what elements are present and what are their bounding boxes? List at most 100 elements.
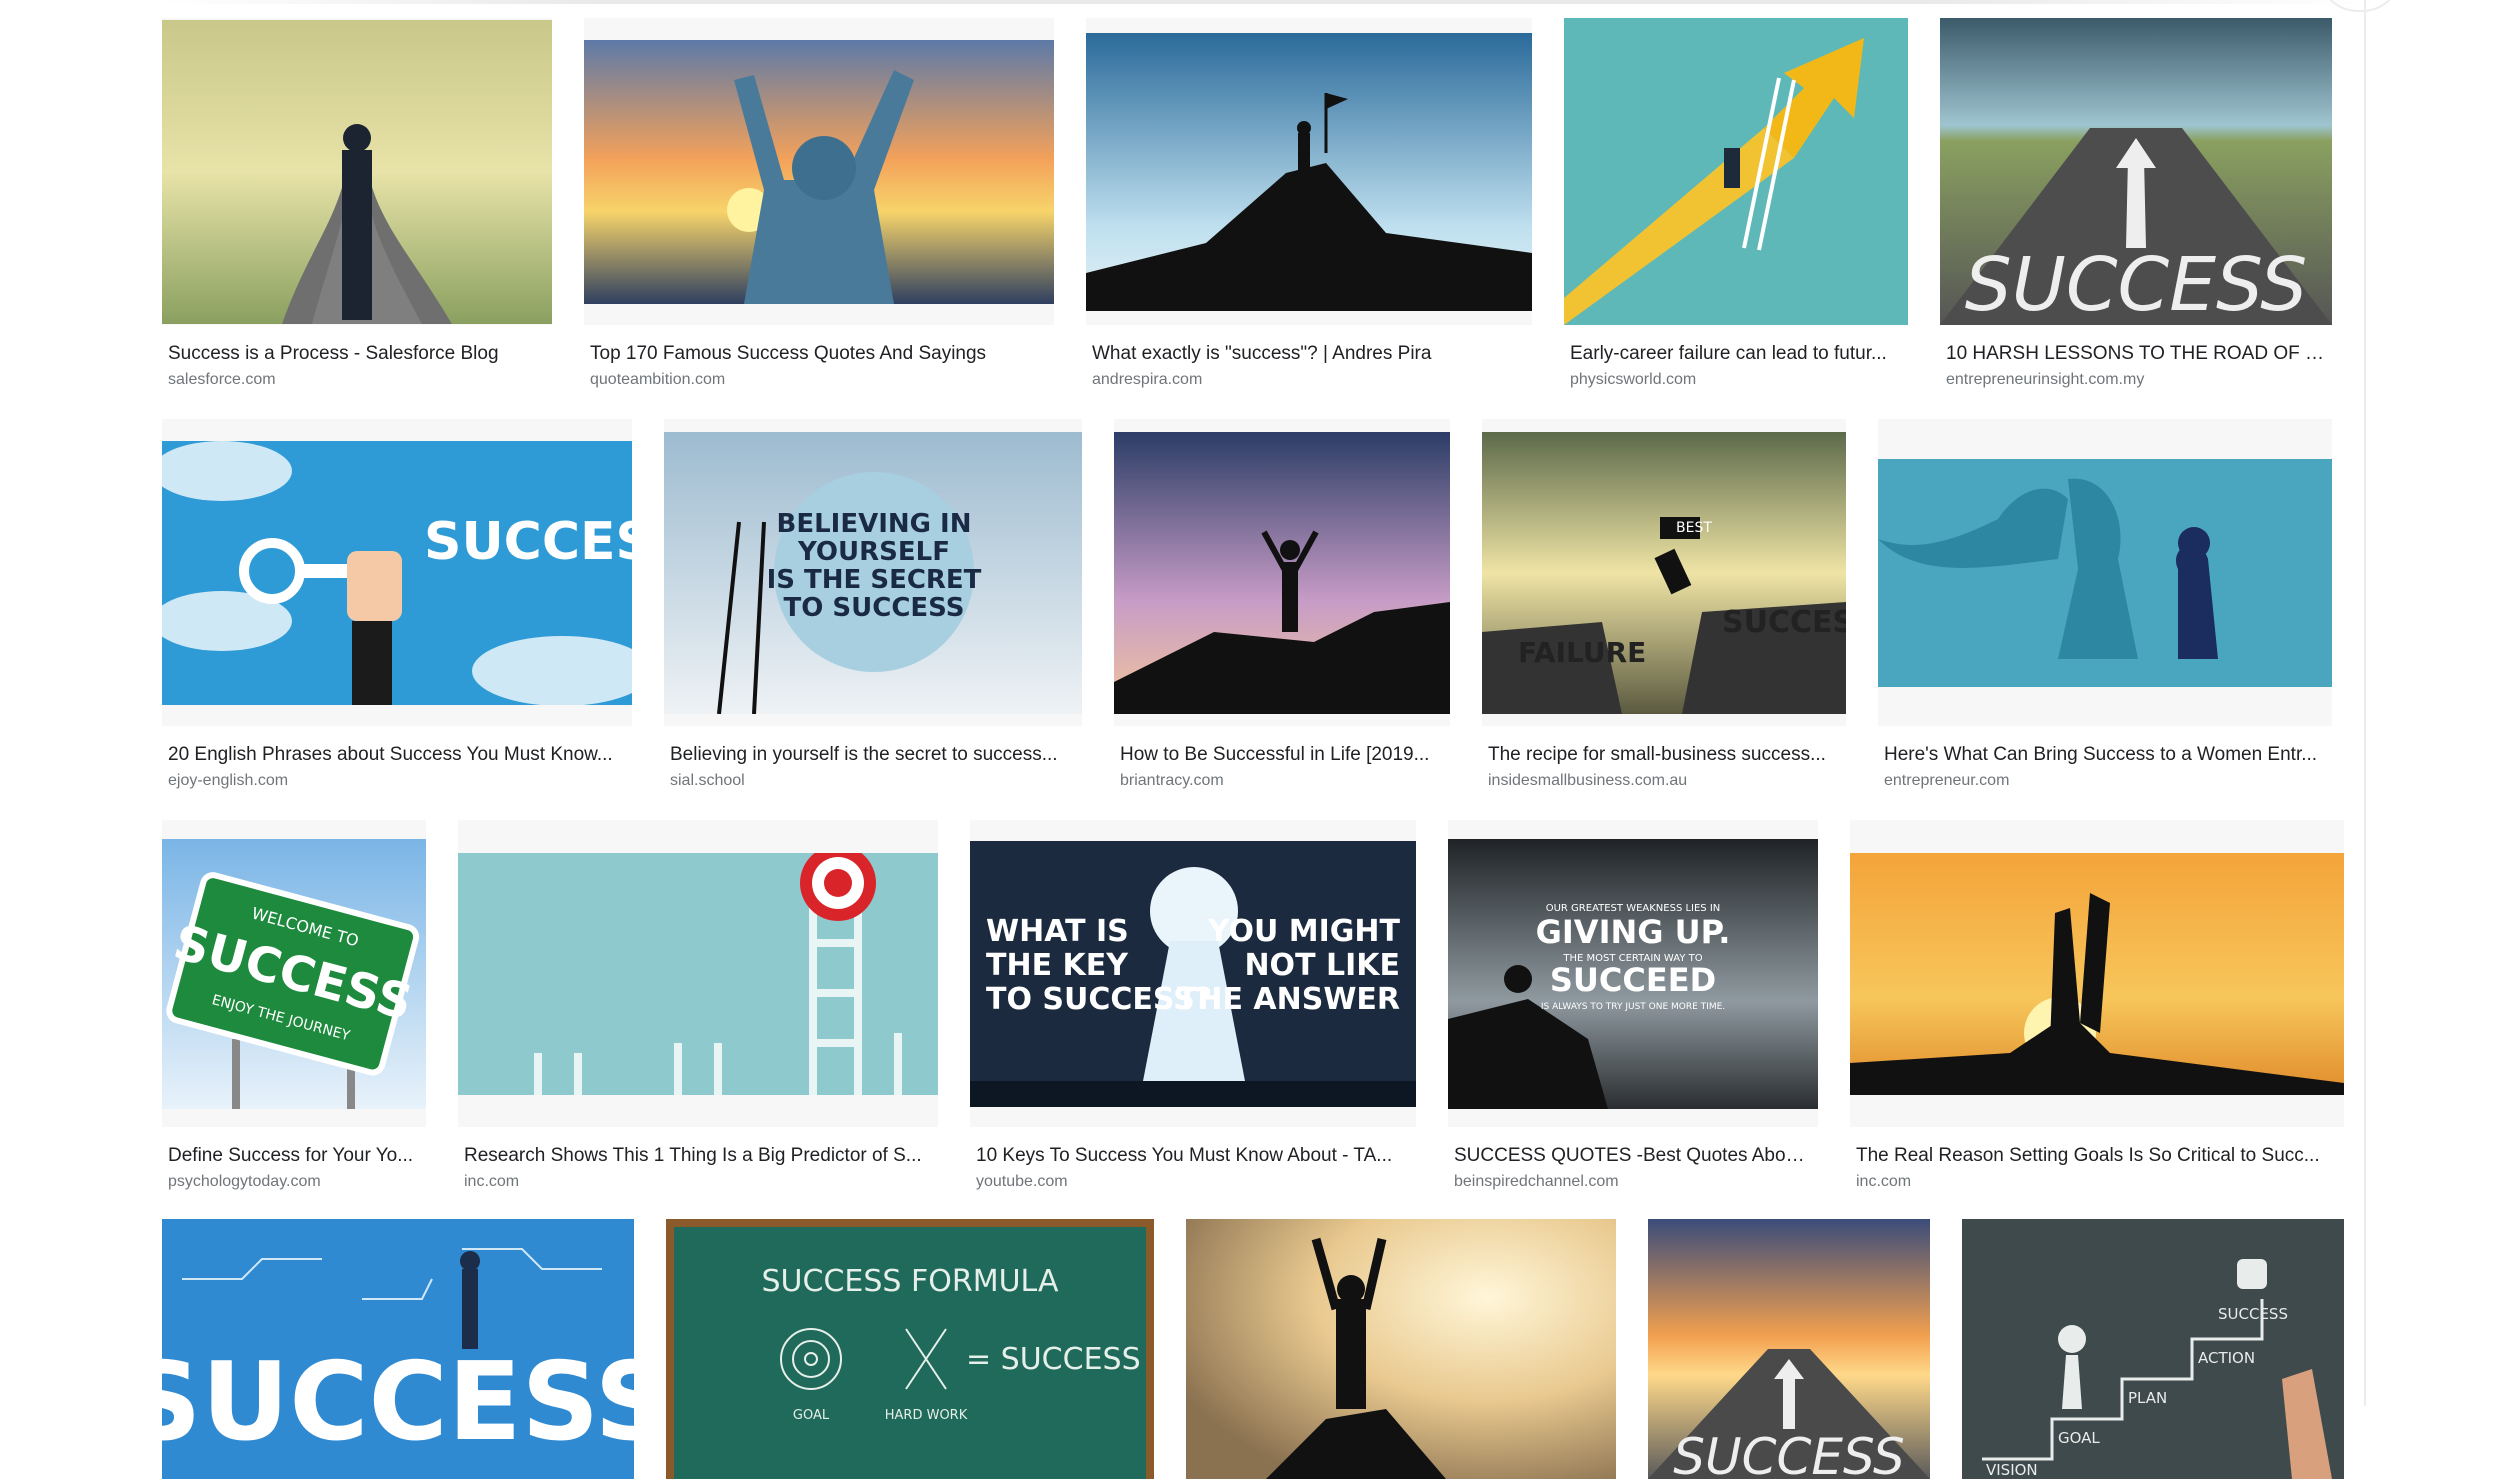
result-title[interactable]: How to Be Successful in Life [2019... <box>1120 742 1444 768</box>
result-card[interactable]: Top 170 Famous Success Quotes And Saying… <box>584 18 1054 427</box>
result-thumbnail[interactable]: SUCCESS FORMULA GOAL HARD WORK = SUCCESS <box>666 1219 1154 1479</box>
result-card[interactable]: BEST FAILURE SUCCES The recipe for small… <box>1482 419 1846 828</box>
svg-text:THE ANSWER: THE ANSWER <box>1177 982 1400 1017</box>
result-title[interactable]: Early-career failure can lead to futur..… <box>1570 341 1902 367</box>
result-thumbnail[interactable] <box>162 18 552 325</box>
result-title[interactable]: Define Success for Your Yo... <box>168 1143 420 1169</box>
result-source: inc.com <box>1856 1173 1912 1190</box>
result-thumbnail[interactable] <box>1186 1219 1616 1479</box>
result-card[interactable]: SUCCESS <box>1648 1219 1930 1479</box>
svg-text:NOT LIKE: NOT LIKE <box>1244 948 1400 983</box>
result-card[interactable] <box>1186 1219 1616 1479</box>
result-thumbnail[interactable]: WHAT IS THE KEY TO SUCCESS? YOU MIGHT NO… <box>970 820 1416 1127</box>
result-title[interactable]: Top 170 Famous Success Quotes And Saying… <box>590 341 1048 367</box>
svg-text:SUCCES: SUCCES <box>424 512 632 572</box>
svg-text:= SUCCESS: = SUCCESS <box>966 1342 1141 1377</box>
svg-text:SUCCES: SUCCES <box>1722 605 1846 640</box>
results-row-3: WELCOME TO SUCCESS ENJOY THE JOURNEY Def… <box>162 820 2344 1229</box>
svg-text:IS ALWAYS TO TRY JUST ONE MORE: IS ALWAYS TO TRY JUST ONE MORE TIME. <box>1541 1002 1725 1012</box>
result-title[interactable]: Success is a Process - Salesforce Blog <box>168 341 546 367</box>
result-title[interactable]: The recipe for small-business success... <box>1488 742 1840 768</box>
result-source: insidesmallbusiness.com.au <box>1488 772 1688 789</box>
right-panel-border <box>2364 0 2366 1406</box>
result-thumbnail[interactable]: OUR GREATEST WEAKNESS LIES IN GIVING UP.… <box>1448 820 1818 1127</box>
result-source: quoteambition.com <box>590 371 726 388</box>
result-title[interactable]: SUCCESS QUOTES -Best Quotes About... <box>1454 1143 1812 1169</box>
result-title[interactable]: 10 Keys To Success You Must Know About -… <box>976 1143 1410 1169</box>
result-title[interactable]: 10 HARSH LESSONS TO THE ROAD OF SU... <box>1946 341 2326 367</box>
result-title[interactable]: Believing in yourself is the secret to s… <box>670 742 1076 768</box>
results-row-4: SUCCESS SUCCESS FORMULA GOAL HARD WORK =… <box>162 1219 2344 1479</box>
svg-text:VISION: VISION <box>1986 1461 2038 1479</box>
svg-text:BELIEVING IN: BELIEVING IN <box>777 509 972 539</box>
result-thumbnail[interactable] <box>1850 820 2344 1127</box>
result-source: sial.school <box>670 772 745 789</box>
result-card[interactable]: Success is a Process - Salesforce Blog sa… <box>162 18 552 427</box>
svg-text:SUCCEED: SUCCEED <box>1550 961 1716 999</box>
svg-text:GOAL: GOAL <box>793 1408 830 1423</box>
result-thumbnail[interactable]: BELIEVING IN YOURSELF IS THE SECRET TO S… <box>664 419 1082 726</box>
result-card[interactable]: VISION GOAL PLAN ACTION SUCCESS <box>1962 1219 2344 1479</box>
result-title[interactable]: 20 English Phrases about Success You Mus… <box>168 742 626 768</box>
result-card[interactable]: SUCCESS <box>162 1219 634 1479</box>
result-thumbnail[interactable] <box>584 18 1054 325</box>
result-source: salesforce.com <box>168 371 276 388</box>
result-title[interactable]: Here's What Can Bring Success to a Women… <box>1884 742 2326 768</box>
results-row-2: SUCCES 20 English Phrases about Success … <box>162 419 2332 828</box>
result-thumbnail[interactable]: SUCCESS <box>162 1219 634 1479</box>
svg-text:YOU MIGHT: YOU MIGHT <box>1207 914 1401 949</box>
result-card[interactable]: SUCCES 20 English Phrases about Success … <box>162 419 632 828</box>
result-thumbnail[interactable] <box>458 820 938 1127</box>
result-card[interactable]: OUR GREATEST WEAKNESS LIES IN GIVING UP.… <box>1448 820 1818 1229</box>
result-card[interactable]: How to Be Successful in Life [2019... bri… <box>1114 419 1450 828</box>
result-source: psychologytoday.com <box>168 1173 321 1190</box>
result-thumbnail[interactable]: BEST FAILURE SUCCES <box>1482 419 1846 726</box>
result-thumbnail[interactable] <box>1564 18 1908 325</box>
svg-text:WHAT IS: WHAT IS <box>986 914 1129 949</box>
svg-text:SUCCESS: SUCCESS <box>1673 1428 1904 1479</box>
svg-text:ACTION: ACTION <box>2198 1349 2255 1367</box>
result-thumbnail[interactable] <box>1114 419 1450 726</box>
result-card[interactable]: WHAT IS THE KEY TO SUCCESS? YOU MIGHT NO… <box>970 820 1416 1229</box>
result-card[interactable]: SUCCESS FORMULA GOAL HARD WORK = SUCCESS <box>666 1219 1154 1479</box>
svg-text:GOAL: GOAL <box>2058 1429 2100 1447</box>
svg-text:TO SUCCESS: TO SUCCESS <box>784 593 965 623</box>
result-thumbnail[interactable] <box>1086 18 1532 325</box>
result-source: entrepreneurinsight.com.my <box>1946 371 2145 388</box>
svg-text:SUCCESS FORMULA: SUCCESS FORMULA <box>762 1264 1059 1299</box>
result-title[interactable]: Research Shows This 1 Thing Is a Big Pre… <box>464 1143 932 1169</box>
result-card[interactable]: What exactly is "success"? | Andres Pira… <box>1086 18 1532 427</box>
svg-text:YOURSELF: YOURSELF <box>797 537 950 567</box>
result-title[interactable]: What exactly is "success"? | Andres Pira <box>1092 341 1526 367</box>
result-thumbnail[interactable]: SUCCESS <box>1648 1219 1930 1479</box>
result-card[interactable]: BELIEVING IN YOURSELF IS THE SECRET TO S… <box>664 419 1082 828</box>
svg-text:GIVING UP.: GIVING UP. <box>1536 913 1731 951</box>
svg-text:HARD WORK: HARD WORK <box>885 1408 968 1423</box>
result-source: entrepreneur.com <box>1884 772 2010 789</box>
result-thumbnail[interactable]: SUCCES <box>162 419 632 726</box>
result-source: briantracy.com <box>1120 772 1224 789</box>
svg-text:PLAN: PLAN <box>2128 1389 2167 1407</box>
result-card[interactable]: WELCOME TO SUCCESS ENJOY THE JOURNEY Def… <box>162 820 426 1229</box>
svg-text:IS THE SECRET: IS THE SECRET <box>767 565 982 595</box>
result-source: andrespira.com <box>1092 371 1203 388</box>
result-source: ejoy-english.com <box>168 772 289 789</box>
result-card[interactable]: SUCCESS 10 HARSH LESSONS TO THE ROAD OF … <box>1940 18 2332 427</box>
result-thumbnail[interactable] <box>1878 419 2332 726</box>
top-divider <box>160 0 2360 4</box>
svg-text:FAILURE: FAILURE <box>1518 636 1646 669</box>
result-source: inc.com <box>464 1173 520 1190</box>
result-source: physicsworld.com <box>1570 371 1697 388</box>
result-thumbnail[interactable]: VISION GOAL PLAN ACTION SUCCESS <box>1962 1219 2344 1479</box>
result-source: youtube.com <box>976 1173 1068 1190</box>
result-card[interactable]: Early-career failure can lead to futur..… <box>1564 18 1908 427</box>
result-card[interactable]: Here's What Can Bring Success to a Women… <box>1878 419 2332 828</box>
svg-text:SUCCESS: SUCCESS <box>162 1340 634 1465</box>
result-card[interactable]: The Real Reason Setting Goals Is So Crit… <box>1850 820 2344 1229</box>
svg-text:SUCCESS: SUCCESS <box>1965 242 2308 325</box>
result-thumbnail[interactable]: SUCCESS <box>1940 18 2332 325</box>
result-thumbnail[interactable]: WELCOME TO SUCCESS ENJOY THE JOURNEY <box>162 820 426 1127</box>
result-card[interactable]: Research Shows This 1 Thing Is a Big Pre… <box>458 820 938 1229</box>
scroll-corner <box>2318 0 2402 12</box>
result-title[interactable]: The Real Reason Setting Goals Is So Crit… <box>1856 1143 2338 1169</box>
